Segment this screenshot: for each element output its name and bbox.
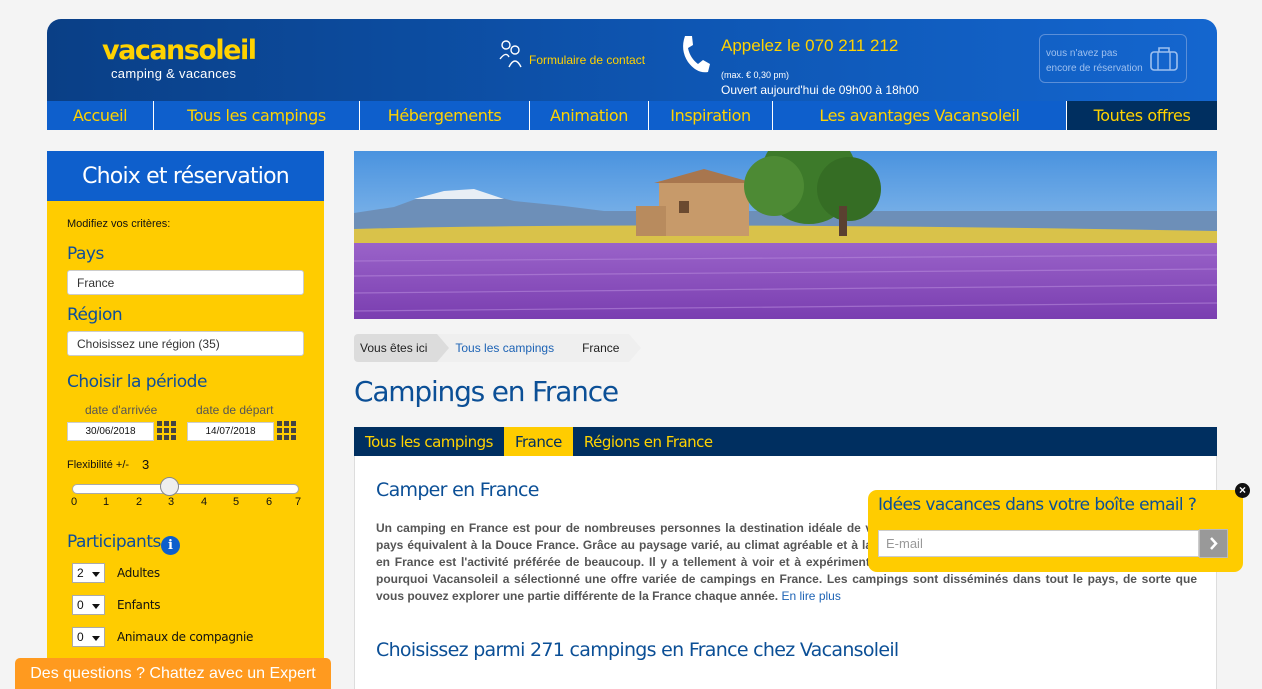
modify-criteria-label: Modifiez vos critères: [67,218,171,230]
sidebar-title: Choix et réservation [47,151,324,201]
nav-item-accueil[interactable]: Accueil [47,101,154,130]
nav-item-tous-les-campings[interactable]: Tous les campings [154,101,360,130]
adults-value: 2 [77,566,84,580]
slider-tick: 0 [71,496,78,508]
reservation-text: vous n'avez pas encore de réservation [1046,48,1143,74]
pets-value: 0 [77,630,84,644]
chevron-down-icon [92,636,100,641]
email-field[interactable]: E-mail [878,530,1199,557]
info-icon[interactable]: i [161,536,180,555]
country-label: Pays [67,244,104,264]
arrival-date-input[interactable]: 30/06/2018 [67,422,154,441]
breadcrumb: Vous êtes ici Tous les campings France [354,334,642,362]
arrival-label: date d'arrivée [85,403,158,417]
hero-image-lavender [354,151,1217,319]
nav-item-inspiration[interactable]: Inspiration [649,101,773,130]
read-more-link[interactable]: En lire plus [781,589,840,603]
slider-tick: 7 [295,496,302,508]
newsletter-popup: Idées vacances dans votre boîte email ? … [868,490,1243,572]
reservation-box[interactable]: vous n'avez pas encore de réservation [1039,34,1187,83]
children-select[interactable]: 0 [72,595,105,615]
calendar-icon[interactable] [157,421,177,441]
flexibility-slider-handle[interactable] [160,477,179,496]
newsletter-submit-button[interactable] [1199,529,1228,558]
phone-number[interactable]: Appelez le 070 211 212 [721,36,898,56]
adults-select[interactable]: 2 [72,563,105,583]
breadcrumb-separator [564,334,577,362]
pets-select[interactable]: 0 [72,627,105,647]
slider-tick: 2 [136,496,143,508]
content-tabs: Tous les campings France Régions en Fran… [354,427,1217,456]
booking-sidebar: Choix et réservation Modifiez vos critèr… [47,151,324,689]
chevron-down-icon [92,604,100,609]
region-select[interactable]: Choisissez une région (35) [67,331,304,356]
phone-price: (max. € 0,30 pm) [721,70,790,80]
flexibility-slider-track[interactable] [72,484,299,494]
country-select[interactable]: France [67,270,304,295]
tab-regions-en-france[interactable]: Régions en France [573,427,724,456]
pets-label: Animaux de compagnie [117,630,254,644]
calendar-icon[interactable] [277,421,297,441]
breadcrumb-current-label: France [582,341,620,355]
nav-item-animation[interactable]: Animation [530,101,649,130]
page-title: Campings en France [354,375,619,408]
nav-item-avantages[interactable]: Les avantages Vacansoleil [773,101,1067,130]
departure-label: date de départ [196,403,274,417]
slider-tick: 3 [168,496,175,508]
site-header: vacansoleil camping & vacances Formulair… [47,19,1217,101]
section-title-choose: Choisissez parmi 271 campings en France … [376,639,899,661]
slider-tick: 6 [266,496,273,508]
suitcase-icon [1150,47,1178,71]
breadcrumb-link-label[interactable]: Tous les campings [455,341,554,355]
flexibility-label: Flexibilité +/- [67,459,130,471]
people-icon [499,40,522,68]
newsletter-title: Idées vacances dans votre boîte email ? [878,495,1197,515]
section-title-camper: Camper en France [376,479,539,501]
tab-france[interactable]: France [503,427,573,456]
children-value: 0 [77,598,84,612]
logo[interactable]: vacansoleil [102,35,257,66]
main-nav: Accueil Tous les campings Hébergements A… [47,101,1217,130]
chevron-right-icon [1210,537,1218,550]
breadcrumb-here: Vous êtes ici [354,334,450,362]
flexibility-value: 3 [142,457,150,472]
slider-tick: 1 [103,496,110,508]
participants-label: Participants [67,532,161,552]
breadcrumb-here-label: Vous êtes ici [360,341,428,355]
breadcrumb-link-campings[interactable]: Tous les campings [437,334,577,362]
slider-tick: 4 [201,496,208,508]
logo-tagline: camping & vacances [111,66,237,81]
chat-expert-button[interactable]: Des questions ? Chattez avec un Expert [15,658,331,689]
contact-label[interactable]: Formulaire de contact [529,53,645,67]
nav-item-toutes-offres[interactable]: Toutes offres [1067,101,1217,130]
children-label: Enfants [117,598,161,612]
chevron-down-icon [92,572,100,577]
period-label: Choisir la période [67,372,207,392]
breadcrumb-separator [437,334,450,362]
slider-tick: 5 [233,496,240,508]
contact-link[interactable]: Formulaire de contact [497,37,645,69]
region-label: Région [67,305,123,325]
tab-tous-les-campings[interactable]: Tous les campings [354,427,504,456]
nav-item-hebergements[interactable]: Hébergements [360,101,530,130]
close-icon[interactable]: × [1235,483,1250,498]
adults-label: Adultes [117,566,160,580]
departure-date-input[interactable]: 14/07/2018 [187,422,274,441]
opening-hours: Ouvert aujourd'hui de 09h00 à 18h00 [721,83,919,97]
phone-icon [683,36,710,73]
breadcrumb-separator [629,334,642,362]
